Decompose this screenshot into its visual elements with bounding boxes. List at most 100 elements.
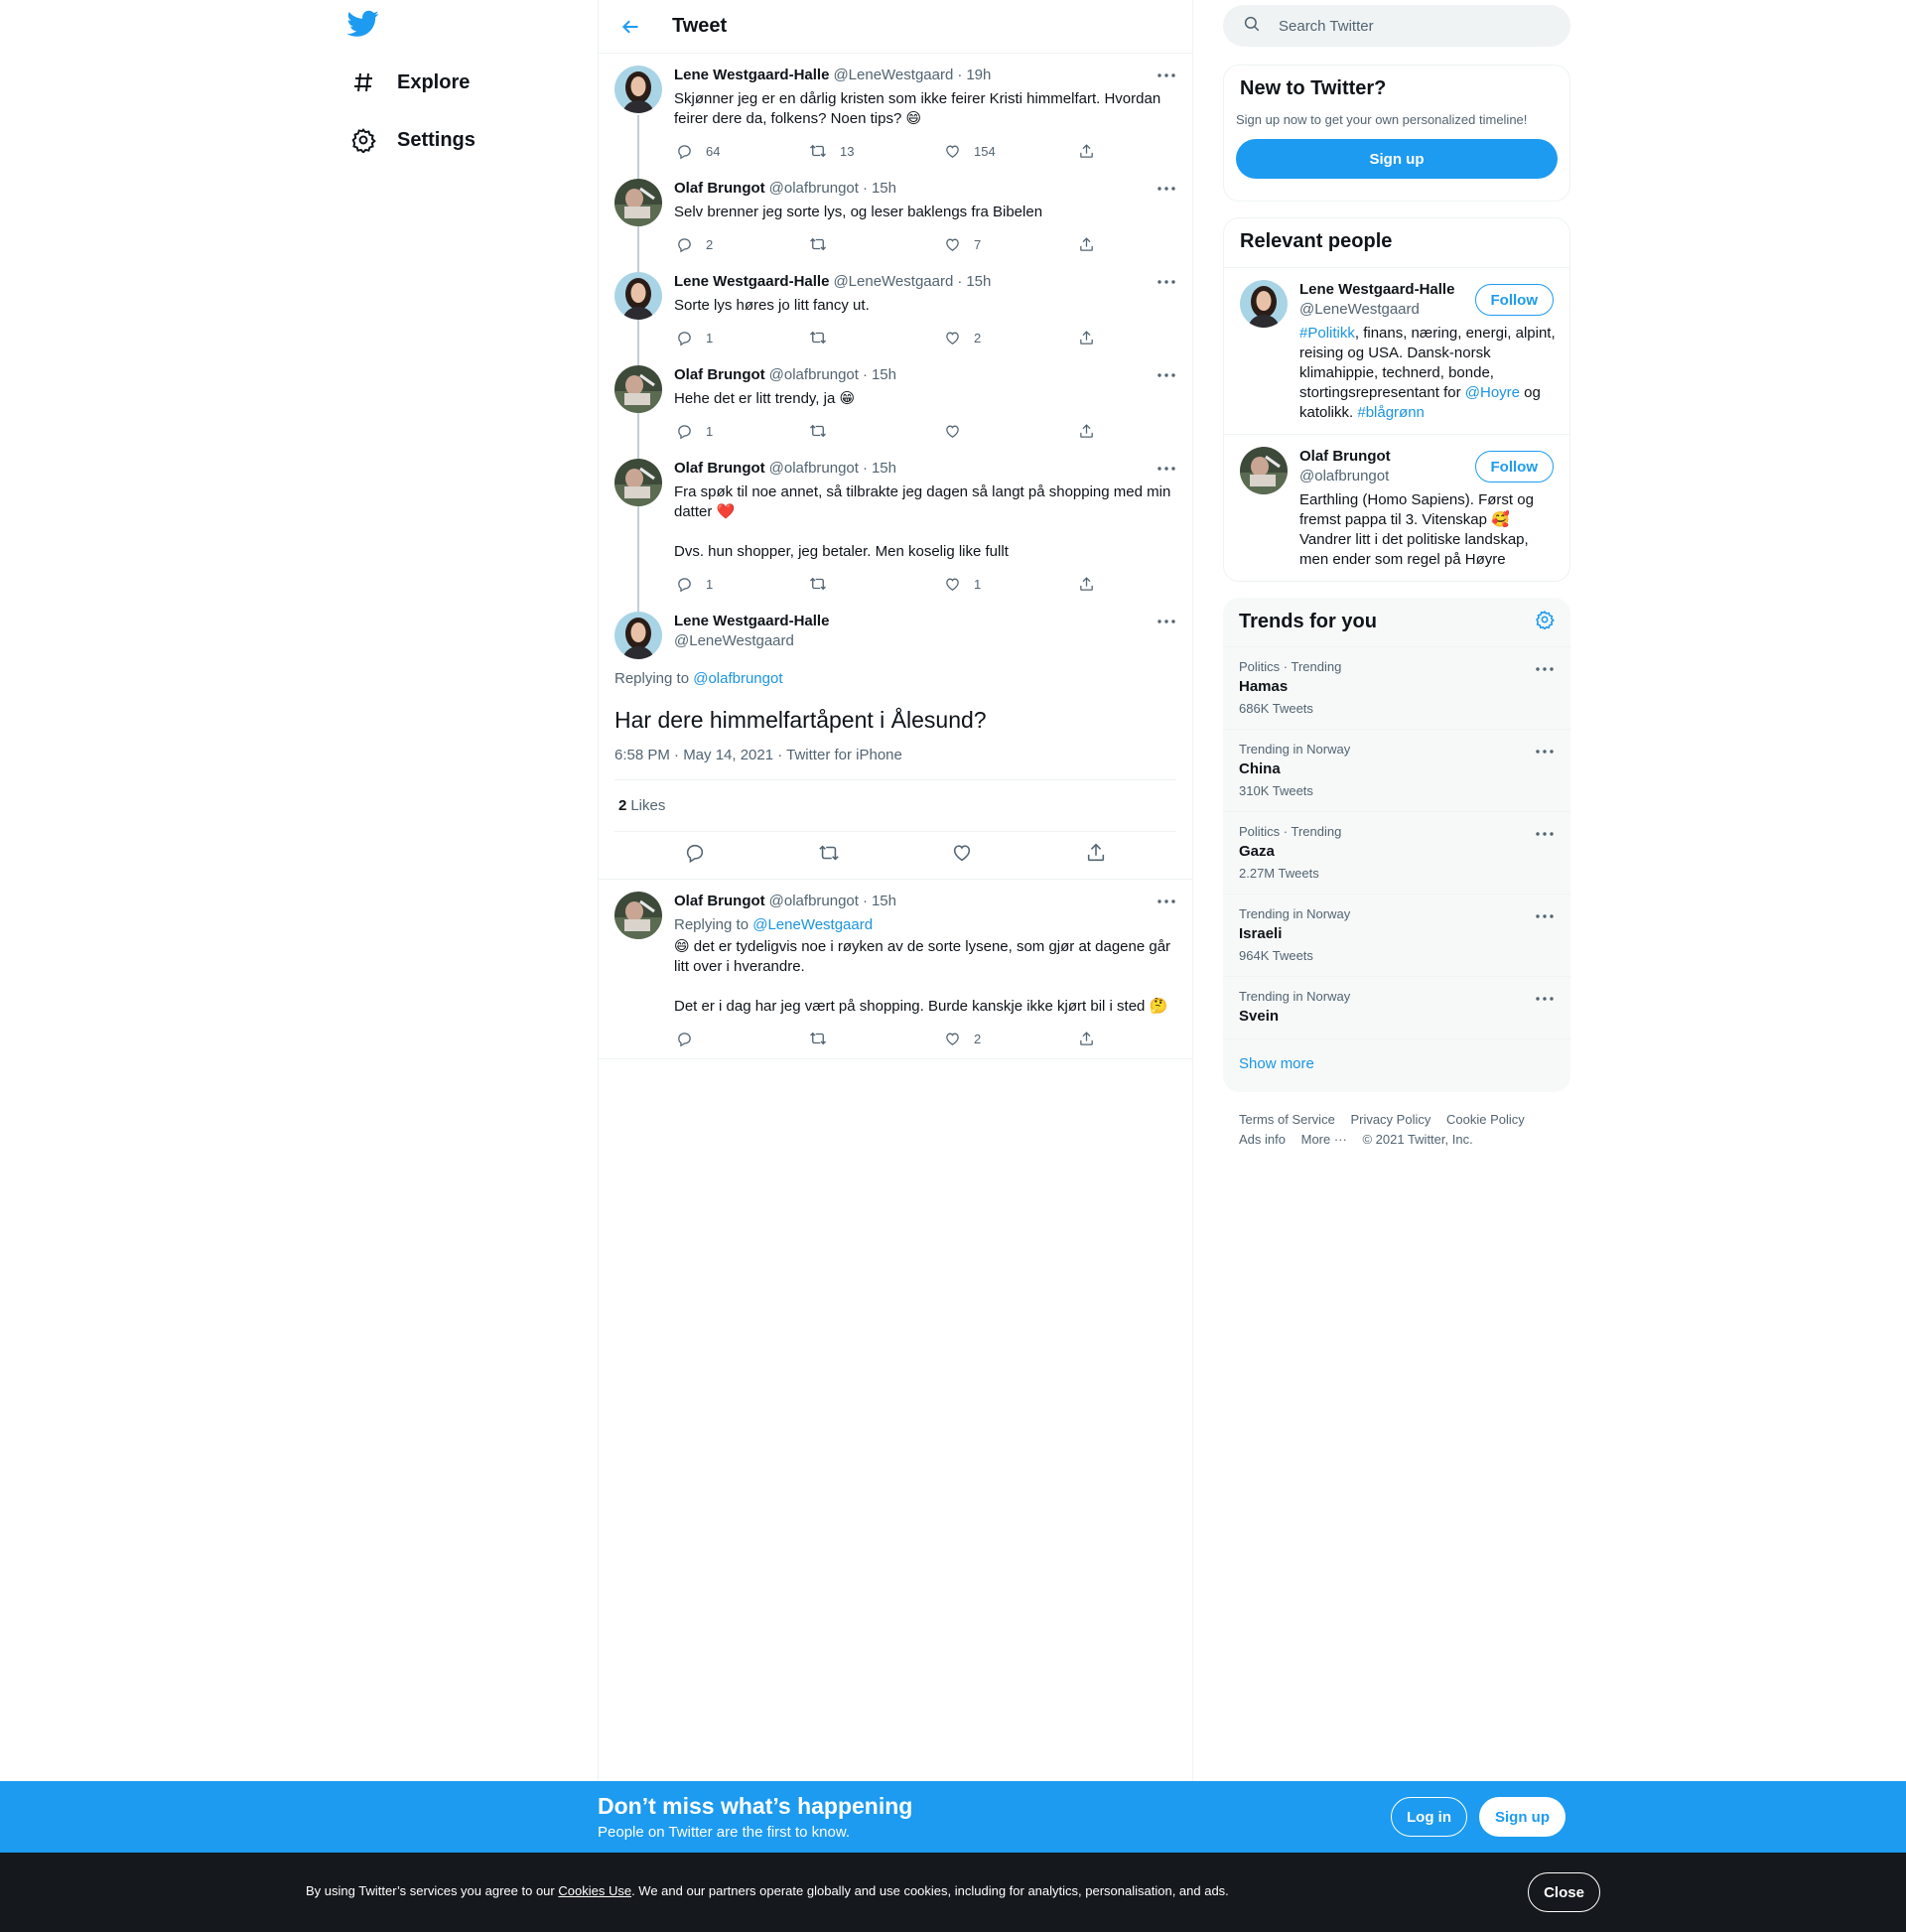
retweet-button[interactable] xyxy=(808,421,942,441)
avatar[interactable] xyxy=(614,459,662,506)
reply-button[interactable]: 2 xyxy=(674,234,808,254)
retweet-button[interactable] xyxy=(808,1029,942,1048)
banner-sign-up-button[interactable]: Sign up xyxy=(1479,1797,1566,1837)
author-handle[interactable]: @olafbrungot xyxy=(769,459,859,479)
reply-button[interactable]: 1 xyxy=(674,421,808,441)
trends-settings-gear-icon[interactable] xyxy=(1535,610,1555,635)
trend-item[interactable]: Trending in Norway China 310K Tweets xyxy=(1223,730,1570,812)
reply-button[interactable]: 64 xyxy=(674,141,808,161)
share-button[interactable] xyxy=(1076,1029,1116,1048)
more-options-icon[interactable] xyxy=(1157,365,1176,385)
mention-link[interactable]: @Hoyre xyxy=(1465,384,1520,401)
author-name[interactable]: Lene Westgaard-Halle xyxy=(674,272,829,292)
avatar[interactable] xyxy=(614,272,662,320)
back-arrow-icon[interactable] xyxy=(618,15,642,39)
person-item[interactable]: Olaf Brungot @olafbrungot Follow Earthli… xyxy=(1224,435,1569,581)
tweet-time[interactable]: 19h xyxy=(966,66,991,85)
hashtag-link[interactable]: #Politikk xyxy=(1299,325,1355,342)
replying-to-link[interactable]: @olafbrungot xyxy=(693,670,782,687)
retweet-button[interactable] xyxy=(808,574,942,594)
more-options-icon[interactable] xyxy=(1535,659,1555,679)
avatar[interactable] xyxy=(614,365,662,413)
author-name[interactable]: Olaf Brungot xyxy=(674,365,765,385)
author-handle[interactable]: @olafbrungot xyxy=(769,892,859,911)
author-handle[interactable]: @LeneWestgaard xyxy=(674,631,1176,651)
twitter-logo-icon[interactable] xyxy=(346,10,381,44)
trend-item[interactable]: Politics · Trending Gaza 2.27M Tweets xyxy=(1223,812,1570,895)
more-options-icon[interactable] xyxy=(1535,824,1555,844)
like-icon[interactable] xyxy=(951,842,973,869)
tweet-time[interactable]: 15h xyxy=(872,179,896,199)
reply-button[interactable]: 1 xyxy=(674,328,808,347)
author-handle[interactable]: @olafbrungot xyxy=(769,179,859,199)
tweet-time[interactable]: 15h xyxy=(872,459,896,479)
avatar[interactable] xyxy=(614,892,662,939)
tweet-time[interactable]: 15h xyxy=(872,365,896,385)
trend-item[interactable]: Trending in Norway Israeli 964K Tweets xyxy=(1223,895,1570,977)
more-options-icon[interactable] xyxy=(1157,459,1176,479)
trend-item[interactable]: Trending in Norway Svein xyxy=(1223,977,1570,1039)
author-name[interactable]: Lene Westgaard-Halle xyxy=(674,66,829,85)
avatar[interactable] xyxy=(614,612,662,659)
focused-tweet-author[interactable]: Lene Westgaard-Halle @LeneWestgaard xyxy=(674,612,1176,651)
avatar[interactable] xyxy=(614,179,662,226)
footer-link-privacy[interactable]: Privacy Policy xyxy=(1350,1110,1430,1130)
search-bar[interactable] xyxy=(1223,5,1570,47)
avatar[interactable] xyxy=(1240,280,1288,328)
author-handle[interactable]: @olafbrungot xyxy=(769,365,859,385)
author-name[interactable]: Olaf Brungot xyxy=(674,459,765,479)
retweet-button[interactable]: 13 xyxy=(808,141,942,161)
follow-button[interactable]: Follow xyxy=(1474,284,1554,316)
nav-explore[interactable]: Explore xyxy=(349,63,470,102)
author-handle[interactable]: @LeneWestgaard xyxy=(833,272,953,292)
thread-tweet[interactable]: Lene Westgaard-Halle @LeneWestgaard · 15… xyxy=(599,260,1192,353)
hashtag-link[interactable]: #blågrønn xyxy=(1357,404,1425,421)
replying-to-link[interactable]: @LeneWestgaard xyxy=(752,916,873,933)
share-button[interactable] xyxy=(1076,574,1116,594)
sign-up-button[interactable]: Sign up xyxy=(1236,139,1558,179)
share-button[interactable] xyxy=(1076,141,1116,161)
share-button[interactable] xyxy=(1076,234,1116,254)
follow-button[interactable]: Follow xyxy=(1474,451,1554,483)
retweet-button[interactable] xyxy=(808,234,942,254)
person-item[interactable]: Lene Westgaard-Halle @LeneWestgaard Foll… xyxy=(1224,268,1569,435)
reply-tweet[interactable]: Olaf Brungot @olafbrungot · 15h Replying… xyxy=(599,880,1192,1059)
avatar[interactable] xyxy=(614,66,662,113)
thread-tweet[interactable]: Olaf Brungot @olafbrungot · 15h Selv bre… xyxy=(599,167,1192,260)
log-in-button[interactable]: Log in xyxy=(1391,1797,1467,1837)
share-icon[interactable] xyxy=(1085,842,1107,869)
more-options-icon[interactable] xyxy=(1157,892,1176,911)
share-button[interactable] xyxy=(1076,421,1116,441)
more-options-icon[interactable] xyxy=(1157,179,1176,199)
likes-summary[interactable]: 2 Likes xyxy=(614,780,1176,832)
reply-icon[interactable] xyxy=(684,842,706,869)
thread-tweet[interactable]: Olaf Brungot @olafbrungot · 15h Hehe det… xyxy=(599,353,1192,447)
show-more-link[interactable]: Show more xyxy=(1223,1039,1570,1088)
share-button[interactable] xyxy=(1076,328,1116,347)
reply-button[interactable] xyxy=(674,1029,808,1048)
cookies-use-link[interactable]: Cookies Use xyxy=(558,1883,631,1898)
author-name[interactable]: Lene Westgaard-Halle xyxy=(674,612,1176,631)
tweet-timestamp[interactable]: 6:58 PM · May 14, 2021 · Twitter for iPh… xyxy=(614,747,1176,780)
more-options-icon[interactable] xyxy=(1157,66,1176,85)
tweet-time[interactable]: 15h xyxy=(872,892,896,911)
like-button[interactable] xyxy=(942,421,1076,441)
avatar[interactable] xyxy=(1240,447,1288,494)
author-name[interactable]: Olaf Brungot xyxy=(674,892,765,911)
like-button[interactable]: 7 xyxy=(942,234,1076,254)
trend-item[interactable]: Politics · Trending Hamas 686K Tweets xyxy=(1223,647,1570,730)
reply-button[interactable]: 1 xyxy=(674,574,808,594)
like-button[interactable]: 2 xyxy=(942,328,1076,347)
more-options-icon[interactable] xyxy=(1157,272,1176,292)
nav-settings[interactable]: Settings xyxy=(349,120,476,160)
retweet-button[interactable] xyxy=(808,328,942,347)
search-input[interactable] xyxy=(1279,17,1557,35)
more-options-icon[interactable] xyxy=(1535,742,1555,761)
more-options-icon[interactable] xyxy=(1157,612,1176,631)
author-handle[interactable]: @LeneWestgaard xyxy=(833,66,953,85)
close-cookie-button[interactable]: Close xyxy=(1528,1872,1600,1912)
like-button[interactable]: 154 xyxy=(942,141,1076,161)
tweet-time[interactable]: 15h xyxy=(966,272,991,292)
thread-tweet[interactable]: Olaf Brungot @olafbrungot · 15h Fra spøk… xyxy=(599,447,1192,600)
more-options-icon[interactable] xyxy=(1535,989,1555,1009)
